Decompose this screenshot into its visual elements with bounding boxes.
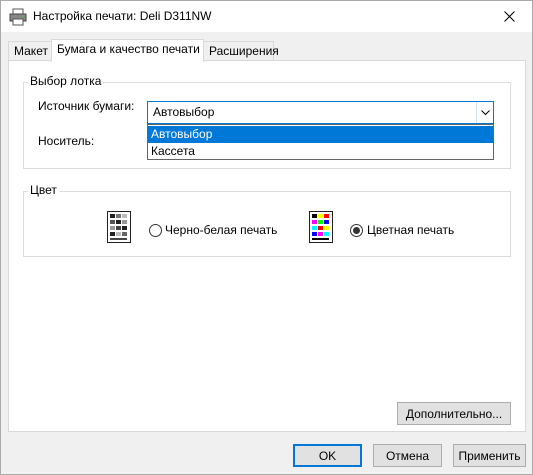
close-icon — [503, 11, 515, 22]
bw-print-label: Черно-белая печать — [165, 223, 278, 237]
paper-source-combobox[interactable]: Автовыбор — [147, 101, 494, 124]
close-button[interactable] — [486, 1, 532, 32]
color-print-radio[interactable] — [350, 224, 363, 237]
color-print-label: Цветная печать — [367, 223, 455, 237]
tab-label: Макет — [14, 44, 48, 58]
advanced-button[interactable]: Дополнительно... — [397, 402, 511, 425]
printer-icon — [9, 8, 27, 26]
print-settings-window: Настройка печати: Deli D311NW Макет Бума… — [0, 0, 533, 475]
button-label: OK — [318, 448, 337, 463]
combobox-value: Автовыбор — [153, 105, 215, 119]
apply-button[interactable]: Применить — [453, 444, 526, 467]
tab-label: Бумага и качество печати — [57, 42, 200, 56]
title-bar: Настройка печати: Deli D311NW — [1, 1, 532, 32]
color-page-icon — [309, 211, 333, 243]
bw-page-icon — [107, 211, 131, 243]
tab-label: Расширения — [209, 44, 279, 58]
group-title: Выбор лотка — [28, 74, 104, 88]
chevron-down-icon — [480, 109, 490, 116]
ok-button[interactable]: OK — [293, 444, 362, 467]
tab-paper-quality[interactable]: Бумага и качество печати — [51, 39, 204, 62]
option-label: Автовыбор — [151, 127, 213, 141]
dropdown-option-cassette[interactable]: Кассета — [148, 143, 493, 160]
dropdown-option-auto[interactable]: Автовыбор — [148, 126, 493, 143]
bw-print-radio[interactable] — [149, 224, 162, 237]
tab-extensions[interactable]: Расширения — [203, 41, 279, 61]
cancel-button[interactable]: Отмена — [373, 444, 442, 467]
option-label: Кассета — [151, 144, 195, 158]
button-label: Применить — [458, 448, 521, 463]
button-label: Отмена — [385, 448, 430, 463]
button-label: Дополнительно... — [405, 406, 503, 421]
paper-source-dropdown-list: Автовыбор Кассета — [147, 124, 494, 160]
tab-layout[interactable]: Макет — [8, 41, 52, 61]
group-title: Цвет — [28, 183, 59, 197]
paper-source-label: Источник бумаги: — [38, 99, 135, 113]
combobox-dropdown-button[interactable] — [476, 102, 493, 123]
media-label: Носитель: — [38, 134, 95, 148]
window-title: Настройка печати: Deli D311NW — [33, 9, 212, 23]
